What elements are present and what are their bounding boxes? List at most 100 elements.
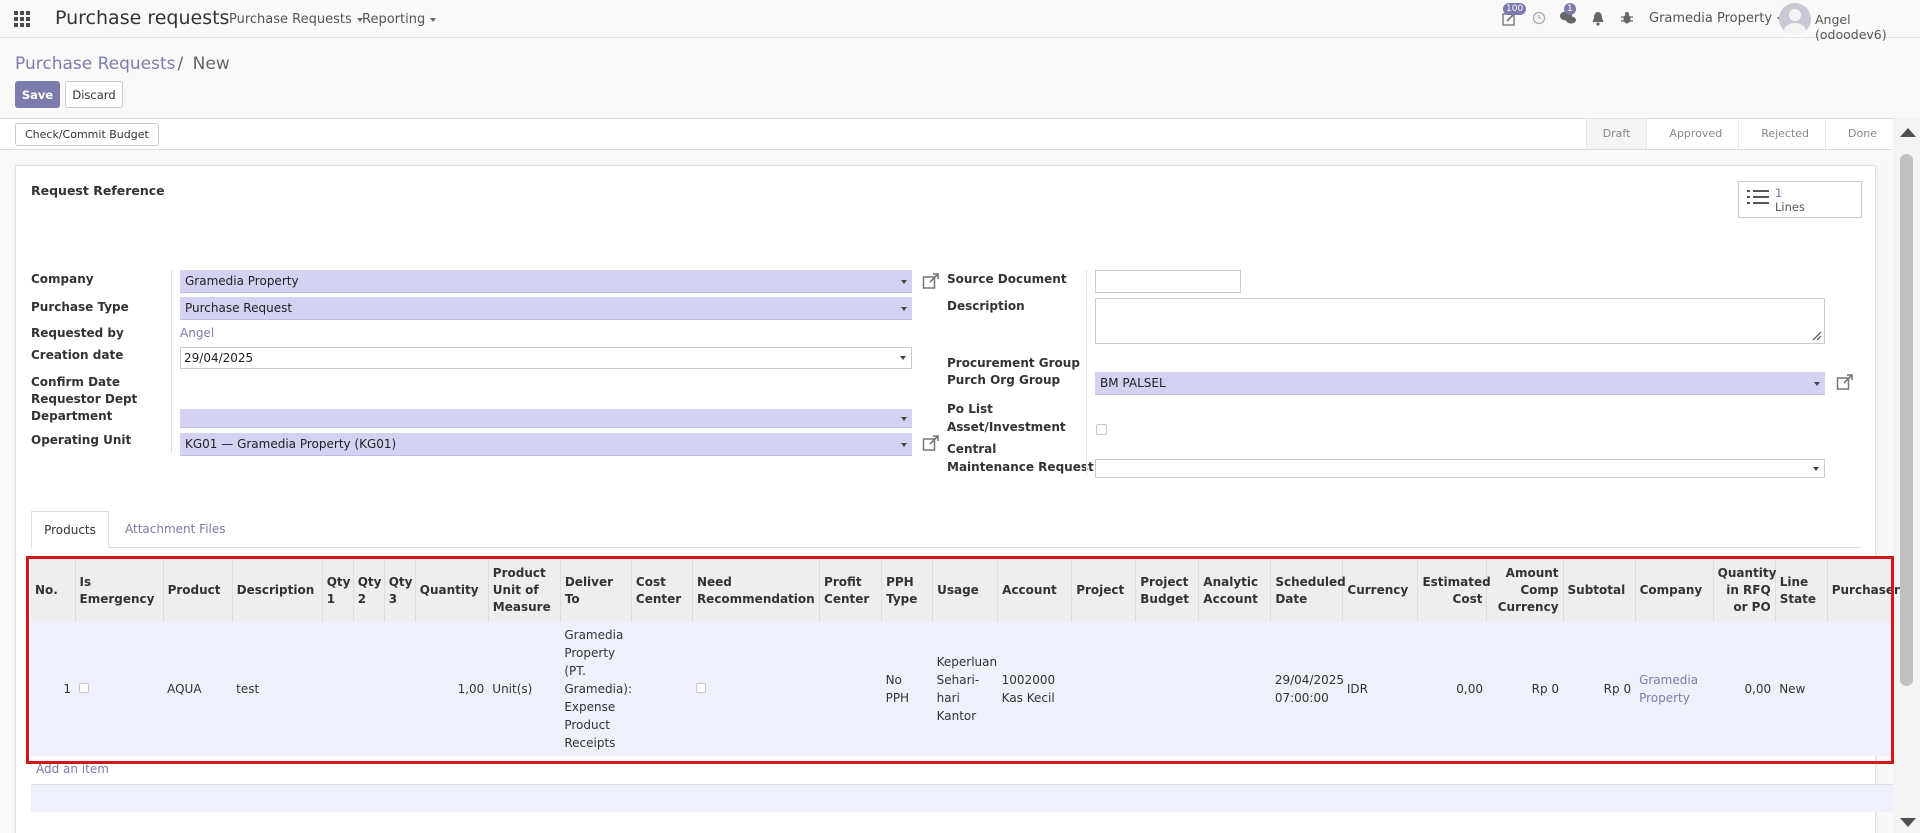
check-commit-budget-button[interactable]: Check/Commit Budget [15, 123, 159, 146]
cell-qty-2[interactable] [353, 622, 385, 756]
col-scheduled-date[interactable]: Scheduled Date [1270, 559, 1346, 622]
purchase-type-dropdown-icon[interactable] [901, 307, 907, 311]
cell-need-recommendation[interactable] [692, 622, 820, 756]
description-field[interactable] [1095, 298, 1825, 344]
cell-product[interactable]: AQUA [163, 622, 233, 756]
stage-draft[interactable]: Draft [1585, 119, 1647, 149]
col-need-recommendation[interactable]: Need Recommendation [692, 559, 821, 622]
is-emergency-checkbox[interactable] [79, 683, 90, 693]
col-analytic-account[interactable]: Analytic Account [1198, 559, 1272, 622]
company-dropdown-icon[interactable] [901, 280, 907, 284]
operating-unit-external-link-icon[interactable] [922, 434, 940, 452]
activity-icon[interactable]: 100 [1500, 3, 1527, 29]
col-purchaser[interactable]: Purchaser [1827, 559, 1900, 622]
cell-qty-3[interactable] [384, 622, 416, 756]
maintenance-request-dropdown-icon[interactable] [1813, 467, 1819, 471]
bell-icon[interactable] [1589, 11, 1607, 29]
cell-analytic-account[interactable] [1198, 622, 1271, 756]
purch-org-group-external-link-icon[interactable] [1836, 373, 1854, 391]
stage-approved[interactable]: Approved [1646, 119, 1738, 149]
user-menu[interactable]: Angel (odoodev6) [1815, 12, 1920, 42]
col-quantity[interactable]: Quantity [415, 559, 489, 622]
department-field[interactable] [180, 409, 912, 428]
col-uom[interactable]: Product Unit of Measure [488, 559, 561, 622]
requested-by-value[interactable]: Angel [180, 326, 214, 340]
apps-menu-icon[interactable] [14, 11, 30, 27]
creation-date-field[interactable]: 29/04/2025 [180, 347, 912, 369]
clock-icon[interactable] [1530, 11, 1548, 29]
cell-profit-center[interactable] [819, 622, 882, 756]
col-profit-center[interactable]: Profit Center [819, 559, 883, 622]
company-field[interactable]: Gramedia Property [180, 270, 912, 293]
menu-reporting[interactable]: Reporting [362, 12, 437, 27]
cell-usage[interactable]: Keperluan Sehari-hari Kantor [932, 622, 998, 756]
col-amount-comp-currency[interactable]: Amount Comp Currency [1486, 559, 1564, 622]
col-project[interactable]: Project [1071, 559, 1137, 622]
col-is-emergency[interactable]: Is Emergency [75, 559, 164, 622]
cell-scheduled-date[interactable]: 29/04/2025 07:00:00 [1270, 622, 1344, 756]
company-external-link-icon[interactable] [922, 272, 940, 290]
operating-unit-dropdown-icon[interactable] [901, 443, 907, 447]
scroll-down-arrow-icon[interactable] [1900, 818, 1916, 827]
col-description[interactable]: Description [232, 559, 323, 622]
cell-quantity[interactable]: 1,00 [415, 622, 489, 756]
cell-company[interactable]: Gramedia Property [1635, 622, 1714, 756]
discard-button[interactable]: Discard [65, 81, 123, 108]
vertical-scrollbar[interactable] [1893, 118, 1920, 833]
creation-date-dropdown-icon[interactable] [900, 356, 906, 360]
tab-products[interactable]: Products [31, 511, 109, 548]
col-deliver-to[interactable]: Deliver To [560, 559, 632, 622]
need-recommendation-checkbox[interactable] [696, 683, 707, 693]
col-company[interactable]: Company [1635, 559, 1714, 622]
add-an-item-link[interactable]: Add an item [36, 762, 109, 776]
col-usage[interactable]: Usage [932, 559, 999, 622]
col-pph-type[interactable]: PPH Type [881, 559, 934, 622]
scroll-up-arrow-icon[interactable] [1900, 128, 1916, 137]
cell-uom[interactable]: Unit(s) [488, 622, 561, 756]
stage-done[interactable]: Done [1825, 119, 1893, 149]
cell-currency[interactable]: IDR [1342, 622, 1418, 756]
save-button[interactable]: Save [15, 81, 60, 108]
user-avatar[interactable] [1779, 3, 1811, 35]
col-qty-1[interactable]: Qty 1 [322, 559, 354, 622]
lines-smart-button[interactable]: 1 Lines [1738, 181, 1862, 218]
col-subtotal[interactable]: Subtotal [1563, 559, 1636, 622]
purch-org-group-field[interactable]: BM PALSEL [1095, 372, 1825, 395]
stage-rejected[interactable]: Rejected [1738, 119, 1825, 149]
col-project-budget[interactable]: Project Budget [1135, 559, 1200, 622]
purch-org-group-dropdown-icon[interactable] [1814, 382, 1820, 386]
messages-icon[interactable]: 1 [1559, 3, 1577, 29]
purchase-type-field[interactable]: Purchase Request [180, 297, 912, 320]
company-switcher[interactable]: Gramedia Property [1649, 11, 1784, 26]
resize-handle-icon[interactable] [1812, 331, 1822, 341]
cell-estimated-cost[interactable]: 0,00 [1417, 622, 1487, 756]
menu-purchase-requests[interactable]: Purchase Requests [229, 12, 363, 27]
col-qty-2[interactable]: Qty 2 [353, 559, 385, 622]
breadcrumb-parent[interactable]: Purchase Requests [15, 54, 176, 74]
operating-unit-field[interactable]: KG01 — Gramedia Property (KG01) [180, 433, 912, 456]
maintenance-request-field[interactable] [1095, 459, 1825, 478]
source-document-field[interactable] [1095, 270, 1241, 293]
cell-qty-1[interactable] [322, 622, 354, 756]
col-no[interactable]: No. [31, 559, 76, 622]
cell-cost-center[interactable] [631, 622, 693, 756]
col-account[interactable]: Account [997, 559, 1073, 622]
cell-deliver-to[interactable]: Gramedia Property (PT. Gramedia): Expens… [560, 622, 632, 756]
col-qty-rfq-po[interactable]: Quantity in RFQ or PO [1713, 559, 1776, 622]
col-estimated-cost[interactable]: Estimated Cost [1417, 559, 1491, 622]
col-qty-3[interactable]: Qty 3 [384, 559, 416, 622]
cell-description[interactable]: test [232, 622, 323, 756]
scrollbar-thumb[interactable] [1900, 154, 1913, 686]
cell-purchaser[interactable] [1827, 622, 1893, 756]
tab-attachment-files[interactable]: Attachment Files [125, 511, 226, 548]
asset-investment-checkbox[interactable] [1096, 424, 1107, 435]
col-cost-center[interactable]: Cost Center [631, 559, 693, 622]
col-line-state[interactable]: Line State [1775, 559, 1828, 622]
col-currency[interactable]: Currency [1342, 559, 1419, 622]
cell-is-emergency[interactable] [75, 622, 164, 756]
table-row[interactable]: 1 AQUA test 1,00 Unit(s) Gramedia Proper… [31, 622, 1893, 756]
cell-project-budget[interactable] [1135, 622, 1199, 756]
debug-bug-icon[interactable] [1618, 11, 1636, 29]
cell-project[interactable] [1071, 622, 1136, 756]
cell-pph-type[interactable]: No PPH [881, 622, 933, 756]
